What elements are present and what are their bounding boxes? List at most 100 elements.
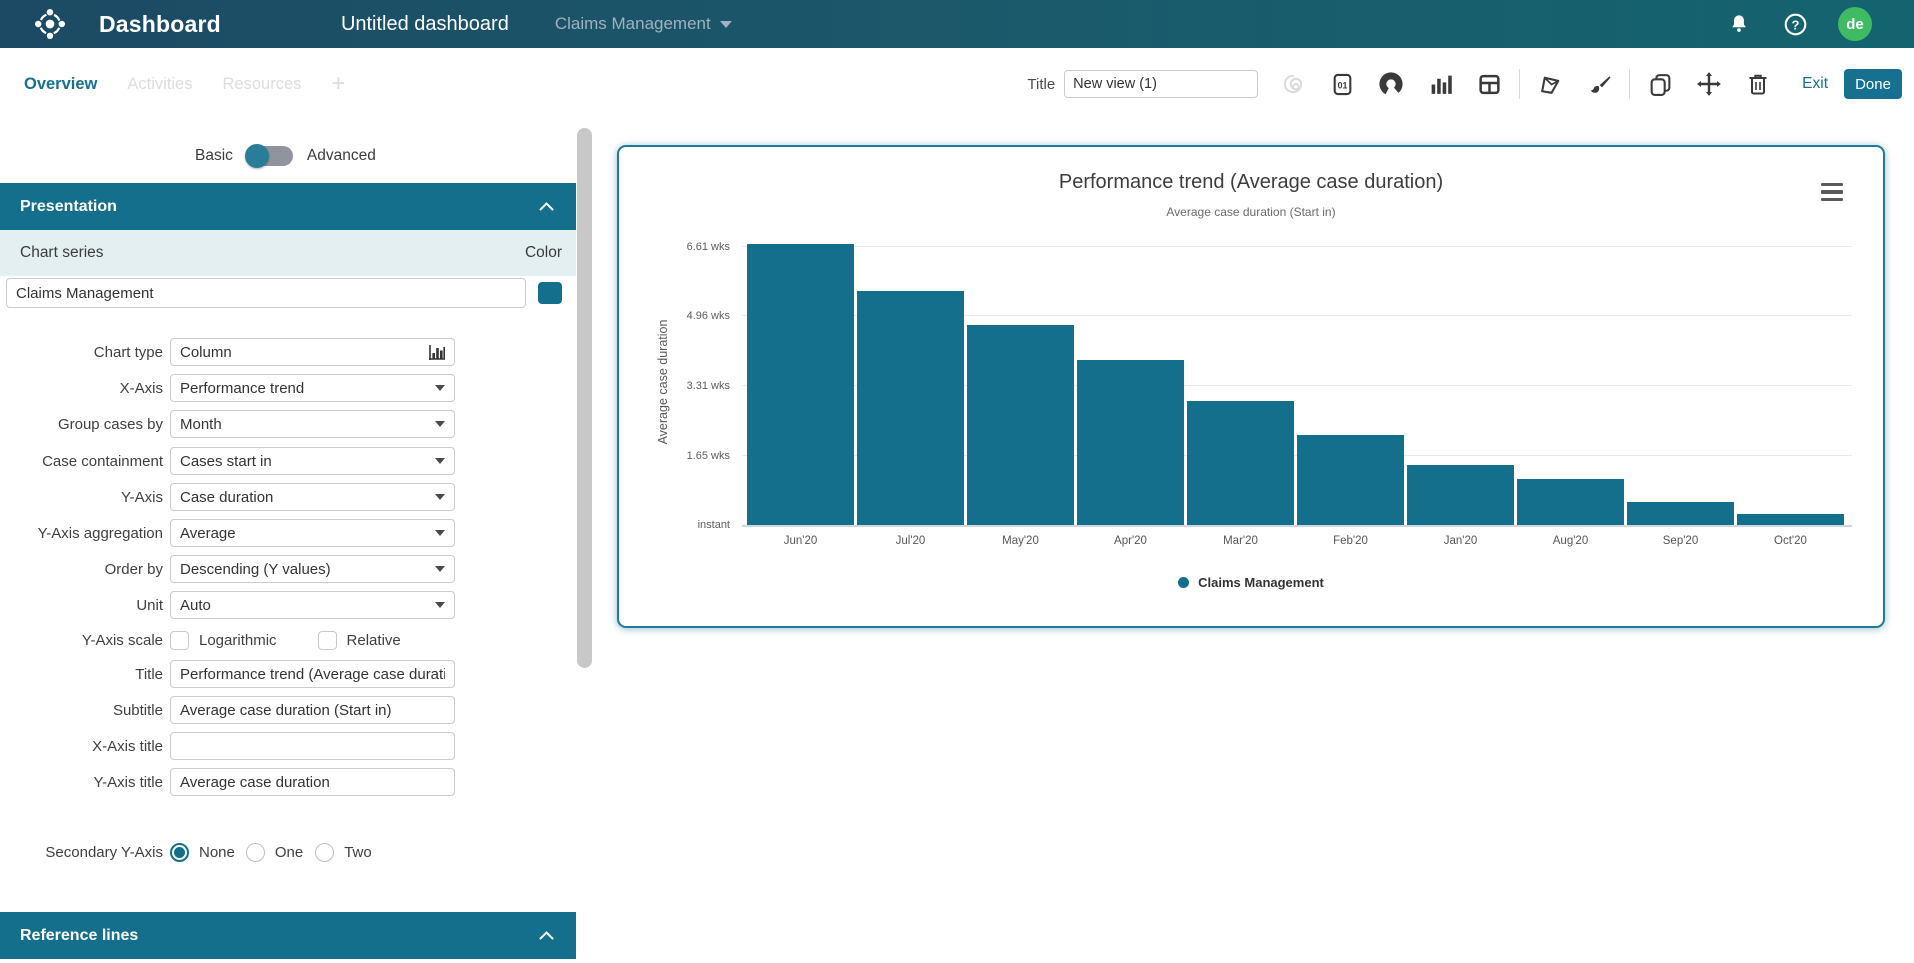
secondary-two-label: Two [344,844,372,861]
done-button[interactable]: Done [1844,69,1902,99]
chart-type-picker[interactable]: Column [170,338,455,366]
tab-overview[interactable]: Overview [24,75,97,94]
y-axis-select[interactable]: Case duration [170,483,455,511]
delete-button[interactable] [1744,70,1772,98]
log-selector-dropdown[interactable]: Claims Management [555,14,732,34]
group-cases-row: Group cases by Month [0,410,576,440]
color-label: Color [525,244,562,262]
bar-sep20[interactable] [1627,502,1734,525]
case-containment-label: Case containment [0,447,163,477]
secondary-y-axis-row: Secondary Y-Axis None One Two [0,842,576,864]
presentation-section-header[interactable]: Presentation [0,183,576,230]
dashboard-name[interactable]: Untitled dashboard [341,13,509,36]
tab-resources[interactable]: Resources [223,75,302,94]
logarithmic-checkbox[interactable] [170,631,189,650]
bar-mar20[interactable] [1187,401,1294,525]
y-tick-label: instant [698,519,730,531]
order-by-row: Order by Descending (Y values) [0,555,576,585]
chevron-down-icon [435,602,445,608]
chart-menu-button[interactable] [1821,183,1843,201]
x-tick-label: May'20 [967,535,1074,547]
header-actions: ? de [1726,7,1872,41]
add-tab-button[interactable]: + [331,72,345,96]
flip-button[interactable] [1536,70,1564,98]
chart-legend[interactable]: Claims Management [619,575,1883,590]
unit-select[interactable]: Auto [170,591,455,619]
title-input[interactable] [170,660,455,688]
bar-feb20[interactable] [1297,435,1404,525]
sidebar-scrollbar[interactable] [577,128,592,668]
bar-jun20[interactable] [747,244,854,525]
copy-button[interactable] [1646,70,1674,98]
toolbar-actions: Title 01 [1027,48,1902,120]
y-axis-aggregation-value: Average [180,525,429,542]
bar-oct20[interactable] [1737,514,1844,525]
chevron-down-icon [435,458,445,464]
plot-area: 6.61 wks4.96 wks3.31 wks1.65 wksinstantJ… [742,239,1852,527]
view-tabs: Overview Activities Resources + [24,48,345,120]
app-title: Dashboard [99,11,221,38]
secondary-one-label: One [275,844,303,861]
reference-lines-section-header[interactable]: Reference lines [0,912,576,959]
case-containment-value: Cases start in [180,453,429,470]
bar-chart-icon [1428,72,1453,97]
relative-checkbox[interactable] [318,631,337,650]
gridline [742,246,1852,247]
chevron-down-icon [435,566,445,572]
dashboard-canvas: Performance trend (Average case duration… [595,120,1914,963]
chart-widget[interactable]: Performance trend (Average case duration… [617,145,1885,628]
basic-advanced-toggle[interactable] [247,146,293,166]
chevron-down-icon [435,421,445,427]
subtitle-row: Subtitle [0,696,576,726]
bar-may20[interactable] [967,325,1074,525]
bar-aug20[interactable] [1517,479,1624,525]
tab-activities[interactable]: Activities [127,75,192,94]
y-axis-aggregation-select[interactable]: Average [170,519,455,547]
x-tick-label: Apr'20 [1077,535,1184,547]
single-value-chart-button[interactable]: 01 [1328,70,1356,98]
single-value-chart-icon: 01 [1330,72,1355,97]
y-axis-aggregation-row: Y-Axis aggregation Average [0,519,576,549]
order-by-select[interactable]: Descending (Y values) [170,555,455,583]
table-button[interactable] [1475,70,1503,98]
move-icon [1696,71,1722,97]
bar-apr20[interactable] [1077,360,1184,525]
toggle-knob [245,144,269,168]
group-cases-label: Group cases by [0,410,163,440]
x-tick-label: Feb'20 [1297,535,1404,547]
group-cases-select[interactable]: Month [170,410,455,438]
presentation-title: Presentation [20,198,117,216]
bar-jan20[interactable] [1407,465,1514,525]
chart-type-row: Chart type Column [0,338,576,368]
secondary-one-radio[interactable] [246,843,265,862]
move-button[interactable] [1695,70,1723,98]
gauge-chart-button[interactable] [1377,70,1405,98]
chevron-up-icon [539,202,554,211]
subtitle-input[interactable] [170,696,455,724]
help-button[interactable]: ? [1782,11,1808,37]
bar-chart-button[interactable] [1426,70,1454,98]
secondary-none-radio[interactable] [170,843,189,862]
x-axis-value: Performance trend [180,380,429,397]
y-axis-title-input[interactable] [170,768,455,796]
brush-button[interactable] [1585,70,1613,98]
series-color-swatch[interactable] [538,282,562,304]
x-tick-label: Jun'20 [747,535,854,547]
bar-jul20[interactable] [857,291,964,525]
y-tick-label: 1.65 wks [687,450,730,462]
chevron-down-icon [435,494,445,500]
notifications-button[interactable] [1726,11,1752,37]
case-containment-select[interactable]: Cases start in [170,447,455,475]
unit-value: Auto [180,597,429,614]
group-cases-value: Month [180,416,429,433]
x-axis-select[interactable]: Performance trend [170,374,455,402]
chevron-down-icon [435,385,445,391]
y-tick-label: 3.31 wks [687,380,730,392]
view-title-input[interactable] [1064,70,1258,98]
x-axis-title-input[interactable] [170,732,455,760]
secondary-two-radio[interactable] [315,843,334,862]
x-axis-label: X-Axis [0,374,163,404]
user-avatar[interactable]: de [1838,7,1872,41]
series-name-input[interactable] [6,278,526,308]
exit-link[interactable]: Exit [1802,75,1828,93]
